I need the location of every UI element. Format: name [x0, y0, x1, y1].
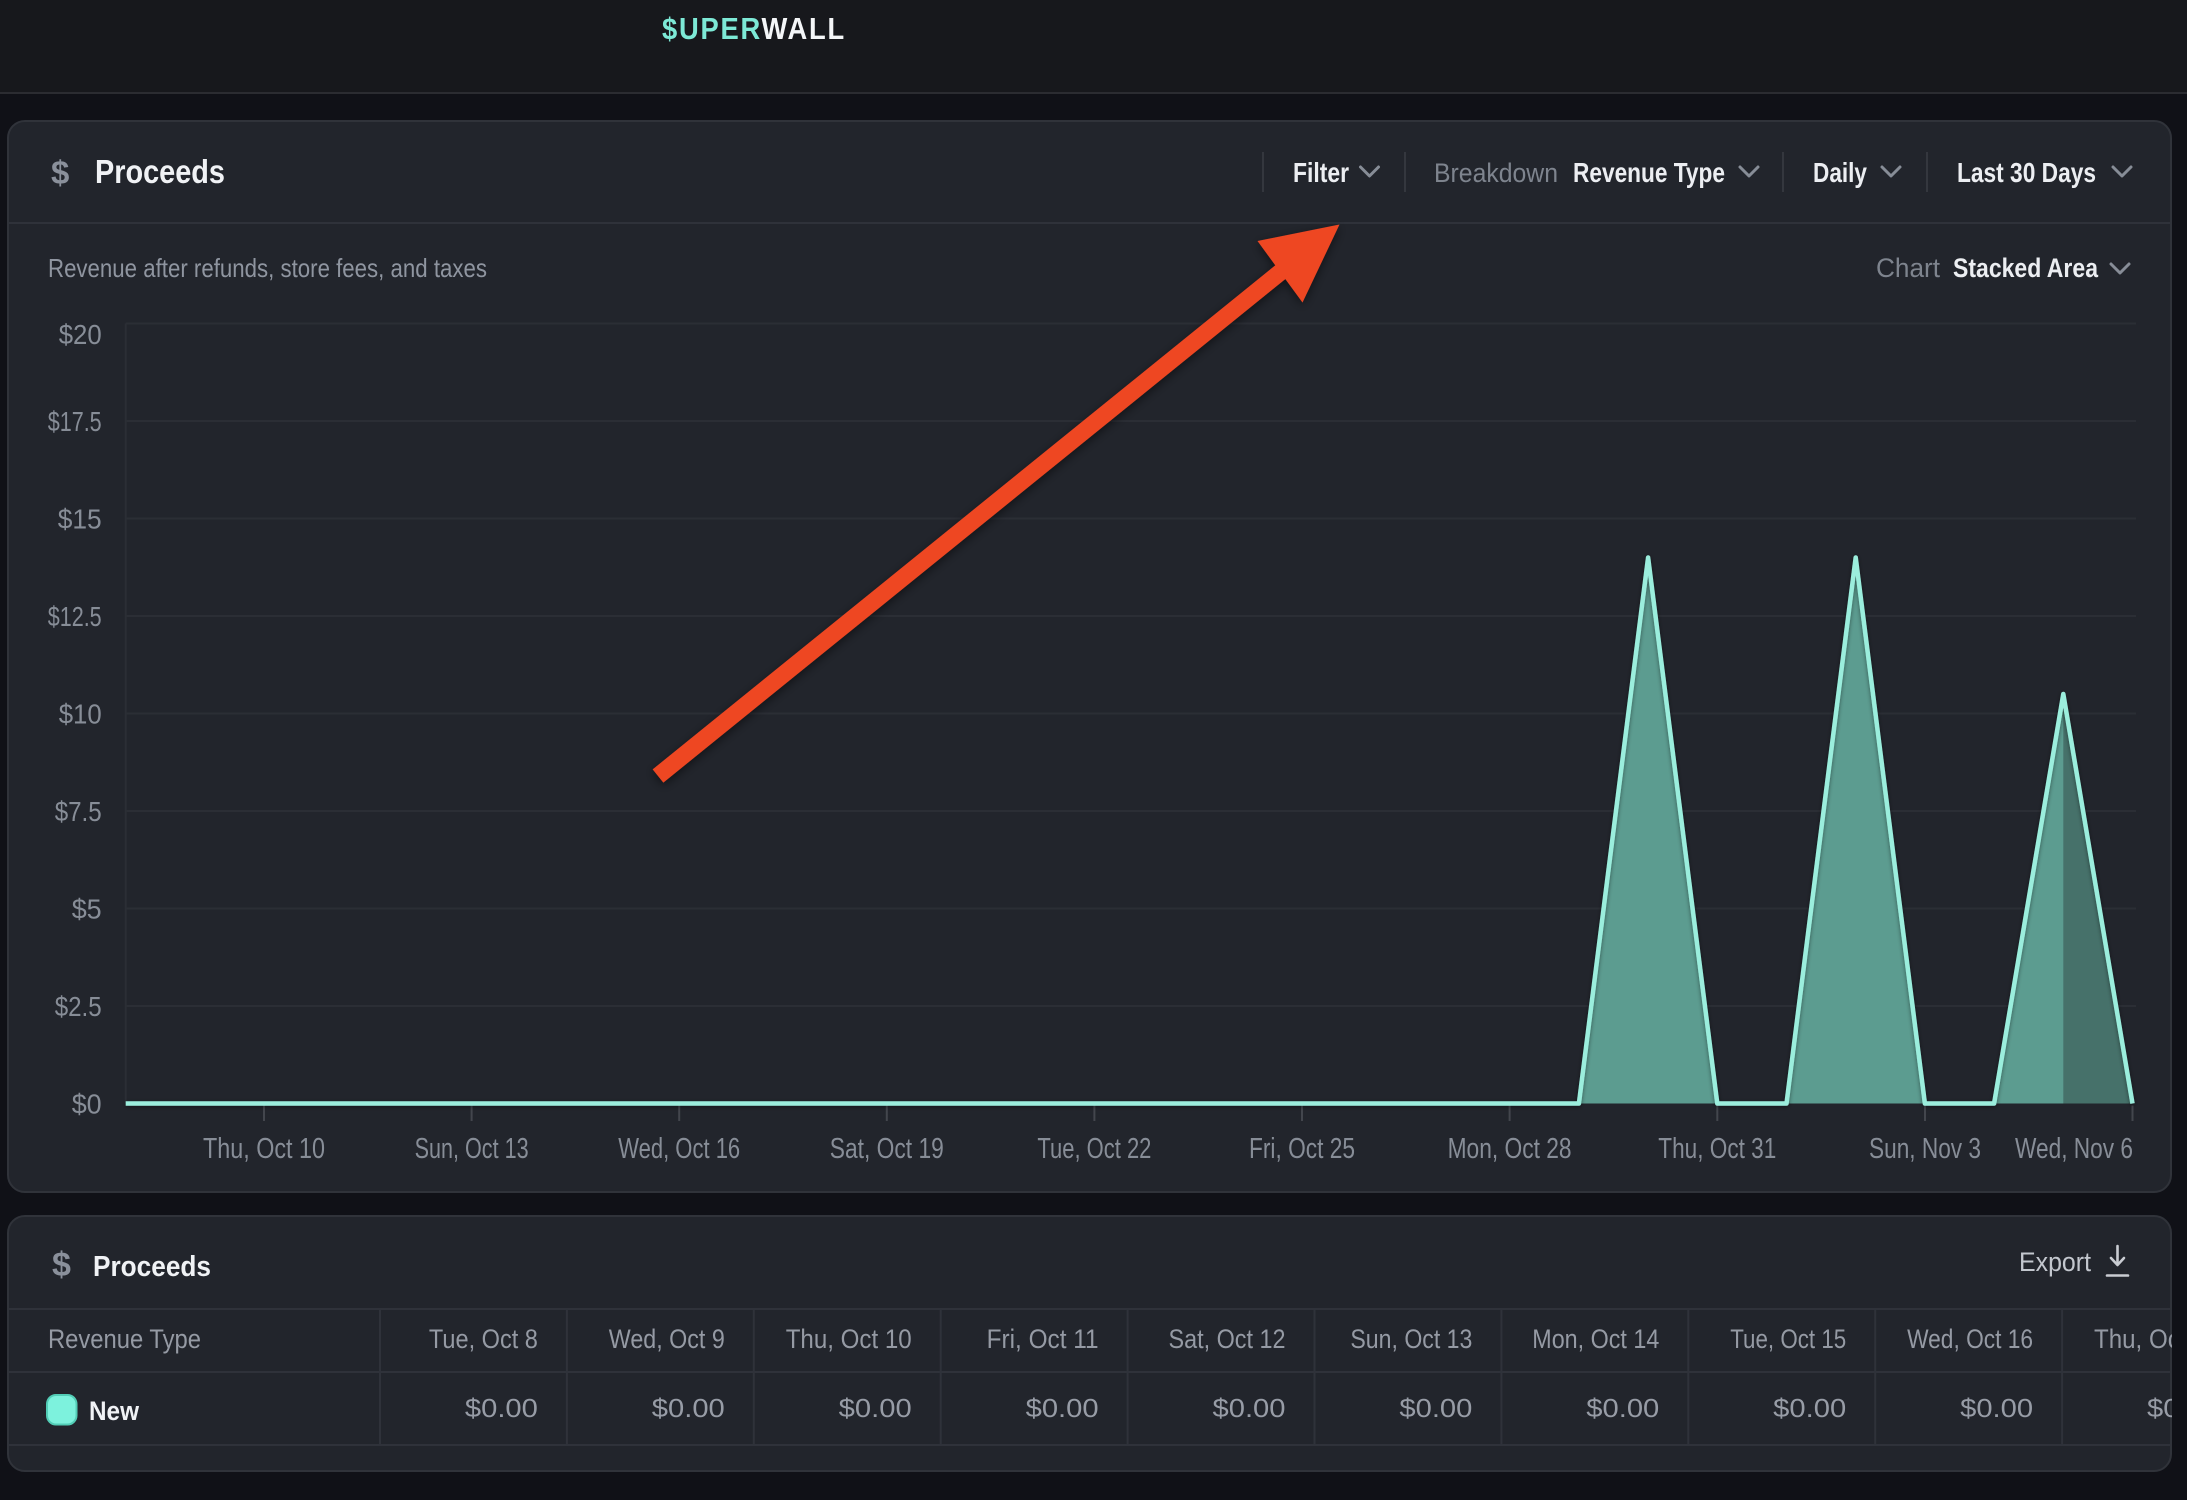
svg-text:Mon, Oct 14: Mon, Oct 14: [1532, 1324, 1659, 1354]
svg-text:Last 30 Days: Last 30 Days: [1957, 157, 2096, 188]
svg-text:Sun, Oct 13: Sun, Oct 13: [1350, 1324, 1472, 1354]
svg-text:Thu, Oct 17: Thu, Oct 17: [2094, 1324, 2187, 1354]
svg-text:$5: $5: [72, 894, 102, 925]
svg-text:$0.00: $0.00: [839, 1393, 912, 1423]
svg-text:Sun, Nov 3: Sun, Nov 3: [1869, 1133, 1981, 1165]
svg-text:Sun, Oct 13: Sun, Oct 13: [415, 1133, 529, 1165]
svg-text:$0.00: $0.00: [1399, 1393, 1472, 1423]
svg-text:$0.00: $0.00: [1586, 1393, 1659, 1423]
svg-text:Thu, Oct 10: Thu, Oct 10: [203, 1133, 325, 1165]
svg-text:$0.00: $0.00: [652, 1393, 725, 1423]
svg-text:Export: Export: [2019, 1247, 2091, 1277]
svg-text:Proceeds: Proceeds: [95, 153, 225, 190]
svg-text:$0.00: $0.00: [1960, 1393, 2033, 1423]
svg-text:Daily: Daily: [1813, 157, 1867, 188]
svg-text:Tue, Oct 15: Tue, Oct 15: [1730, 1324, 1846, 1354]
svg-text:$0.00: $0.00: [1213, 1393, 1286, 1423]
svg-text:New: New: [89, 1396, 140, 1426]
svg-text:$15: $15: [58, 504, 102, 535]
svg-text:Filter: Filter: [1293, 157, 1349, 188]
svg-text:$: $: [52, 1246, 71, 1284]
svg-text:$0.00: $0.00: [1026, 1393, 1099, 1423]
svg-text:$0.00: $0.00: [1773, 1393, 1846, 1423]
svg-text:Thu, Oct 31: Thu, Oct 31: [1658, 1133, 1776, 1165]
svg-text:Sat, Oct 12: Sat, Oct 12: [1169, 1324, 1286, 1354]
svg-text:Wed, Oct 16: Wed, Oct 16: [1907, 1324, 2033, 1354]
svg-text:Tue, Oct 22: Tue, Oct 22: [1037, 1133, 1151, 1165]
svg-text:Proceeds: Proceeds: [93, 1251, 211, 1283]
svg-text:$7.5: $7.5: [55, 796, 102, 827]
svg-text:Wed, Oct 16: Wed, Oct 16: [618, 1133, 740, 1165]
svg-text:Breakdown: Breakdown: [1434, 158, 1558, 188]
svg-text:Tue, Oct 8: Tue, Oct 8: [429, 1324, 538, 1354]
svg-text:Revenue Type: Revenue Type: [1573, 157, 1725, 188]
svg-text:$0: $0: [72, 1089, 102, 1120]
svg-text:Wed, Oct 9: Wed, Oct 9: [609, 1324, 725, 1354]
svg-text:$0.00: $0.00: [2147, 1393, 2187, 1423]
svg-text:Revenue Type: Revenue Type: [48, 1324, 201, 1354]
svg-text:Chart: Chart: [1876, 253, 1940, 283]
svg-text:Fri, Oct 11: Fri, Oct 11: [987, 1324, 1099, 1354]
svg-text:Stacked Area: Stacked Area: [1953, 253, 2099, 283]
svg-text:$20: $20: [59, 319, 102, 350]
svg-text:Wed, Nov 6: Wed, Nov 6: [2015, 1133, 2133, 1165]
svg-text:Revenue after refunds, store f: Revenue after refunds, store fees, and t…: [48, 253, 487, 283]
svg-text:$17.5: $17.5: [48, 406, 102, 437]
svg-text:Thu, Oct 10: Thu, Oct 10: [786, 1324, 912, 1354]
svg-text:$: $: [51, 154, 69, 191]
svg-text:$0.00: $0.00: [465, 1393, 538, 1423]
svg-text:$2.5: $2.5: [55, 991, 102, 1022]
svg-text:Mon, Oct 28: Mon, Oct 28: [1448, 1133, 1572, 1165]
svg-text:Sat, Oct 19: Sat, Oct 19: [830, 1133, 944, 1165]
svg-text:$UPERWALL: $UPERWALL: [662, 11, 846, 46]
svg-text:$10: $10: [59, 699, 102, 730]
svg-text:Fri, Oct 25: Fri, Oct 25: [1249, 1133, 1355, 1165]
svg-text:$12.5: $12.5: [48, 601, 102, 632]
